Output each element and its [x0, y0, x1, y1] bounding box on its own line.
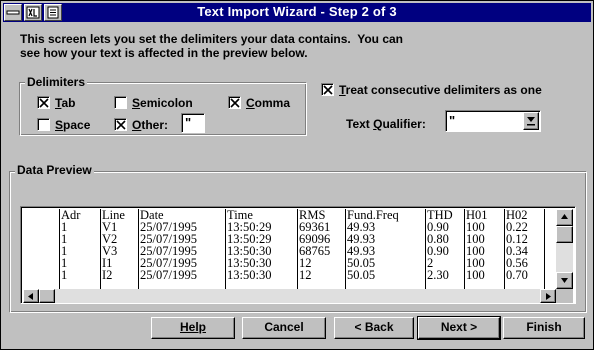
text-qualifier-dropdown-button[interactable] — [523, 112, 539, 130]
tab-label[interactable]: Tab — [55, 96, 75, 110]
text-qualifier-value: " — [449, 113, 456, 128]
other-delimiter-input[interactable]: " — [181, 113, 205, 133]
preview-column[interactable]: THD 0.90 0.80 0.90 2 2.30 — [426, 209, 465, 289]
semicolon-checkbox[interactable] — [114, 96, 127, 109]
scroll-up-button[interactable] — [556, 209, 573, 226]
other-checkbox[interactable] — [114, 118, 127, 131]
space-label[interactable]: Space — [55, 118, 90, 132]
delimiters-legend: Delimiters — [25, 75, 88, 89]
space-checkbox[interactable] — [37, 118, 50, 131]
preview-cell: I2 — [102, 268, 113, 282]
cancel-button[interactable]: Cancel — [242, 317, 326, 339]
preview-table: Adr 1 1 1 1 1 Line V1 V2 V3 I1 I2 Date 25/07/1995 25/0… — [23, 209, 555, 289]
import-wizard-dialog: Text Import Wizard - Step 2 of 3 This sc… — [0, 0, 594, 350]
finish-button[interactable]: Finish — [503, 317, 585, 339]
scroll-left-button[interactable] — [23, 289, 39, 303]
other-delimiter-value: " — [185, 115, 192, 130]
horizontal-scrollbar[interactable] — [23, 289, 556, 303]
preview-cell: 2.30 — [427, 268, 449, 282]
other-label[interactable]: Other: — [132, 118, 168, 132]
preview-cell: 12 — [299, 268, 312, 282]
intro-line-2: see how your text is affected in the pre… — [20, 46, 308, 60]
check-x-icon — [39, 98, 49, 108]
title-bar: Text Import Wizard - Step 2 of 3 — [3, 3, 591, 22]
preview-cell: 50.05 — [347, 268, 376, 282]
scroll-down-button[interactable] — [556, 272, 573, 289]
preview-cell: 1 — [61, 268, 68, 282]
arrow-right-icon — [546, 293, 551, 300]
horizontal-scroll-thumb[interactable] — [39, 289, 55, 303]
chevron-down-icon — [527, 117, 535, 126]
next-button[interactable]: Next > — [417, 316, 501, 340]
preview-column[interactable]: H02 0.22 0.12 0.34 0.56 0.70 — [505, 209, 545, 289]
consecutive-checkbox[interactable] — [321, 83, 334, 96]
next-button-label: Next > — [440, 320, 478, 334]
data-preview-grid[interactable]: Adr 1 1 1 1 1 Line V1 V2 V3 I1 I2 Date 25/07/1995 25/0… — [20, 206, 576, 304]
scroll-right-button[interactable] — [540, 289, 556, 303]
consecutive-label[interactable]: Treat consecutive delimiters as one — [339, 83, 542, 97]
arrow-down-icon — [561, 278, 568, 283]
intro-text: This screen lets you set the delimiters … — [20, 32, 460, 60]
preview-column[interactable]: Line V1 V2 V3 I1 I2 — [101, 209, 139, 289]
back-button-label: < Back — [354, 320, 394, 334]
preview-column[interactable]: Fund.Freq 49.93 49.93 49.93 50.05 50.05 — [346, 209, 426, 289]
preview-column[interactable]: RMS 69361 69096 68765 12 12 — [298, 209, 346, 289]
comma-checkbox[interactable] — [228, 96, 241, 109]
help-button-label: Help — [179, 320, 206, 334]
intro-line-1: This screen lets you set the delimiters … — [20, 32, 404, 46]
preview-column[interactable]: Adr 1 1 1 1 1 — [60, 209, 101, 289]
back-button[interactable]: < Back — [334, 317, 414, 339]
preview-column[interactable]: H01 100 100 100 100 100 — [465, 209, 505, 289]
vertical-scroll-thumb[interactable] — [556, 226, 573, 243]
comma-label[interactable]: Comma — [246, 96, 290, 110]
semicolon-label[interactable]: Semicolon — [132, 96, 193, 110]
tab-checkbox[interactable] — [37, 96, 50, 109]
preview-column[interactable]: Time 13:50:29 13:50:29 13:50:30 13:50:30 13:5… — [226, 209, 298, 289]
preview-cell: 0.70 — [506, 268, 528, 282]
check-x-icon — [116, 120, 126, 130]
finish-button-label: Finish — [526, 320, 562, 334]
cancel-button-label: Cancel — [264, 320, 304, 334]
preview-cell: 100 — [466, 268, 485, 282]
text-qualifier-label: Text Qualifier: — [346, 117, 426, 131]
check-x-icon — [323, 85, 333, 95]
preview-cell: 25/07/1995 — [140, 268, 197, 282]
data-preview-legend: Data Preview — [15, 163, 94, 177]
arrow-left-icon — [28, 293, 33, 300]
preview-column[interactable]: Date 25/07/1995 25/07/1995 25/07/1995 25/07/… — [139, 209, 226, 289]
text-qualifier-select[interactable]: " — [445, 110, 541, 132]
window-title: Text Import Wizard - Step 2 of 3 — [197, 4, 397, 19]
scrollbar-corner — [556, 289, 573, 303]
check-x-icon — [230, 98, 240, 108]
help-button[interactable]: Help — [151, 317, 235, 339]
preview-column[interactable] — [23, 209, 60, 289]
preview-cell: 13:50:30 — [227, 268, 272, 282]
arrow-up-icon — [561, 214, 568, 219]
